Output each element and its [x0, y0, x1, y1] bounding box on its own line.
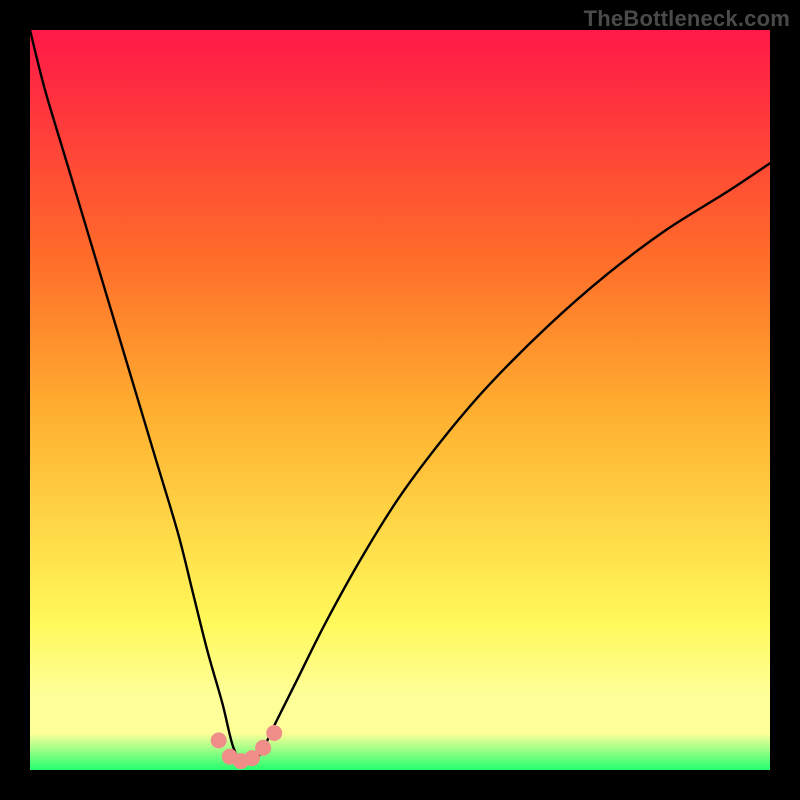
- curve-marker: [266, 725, 282, 741]
- bottleneck-curve: [30, 30, 770, 763]
- curve-marker: [211, 732, 227, 748]
- curve-markers: [211, 725, 283, 769]
- watermark-text: TheBottleneck.com: [584, 6, 790, 32]
- curve-layer: [30, 30, 770, 770]
- chart-frame: TheBottleneck.com: [0, 0, 800, 800]
- curve-marker: [255, 740, 271, 756]
